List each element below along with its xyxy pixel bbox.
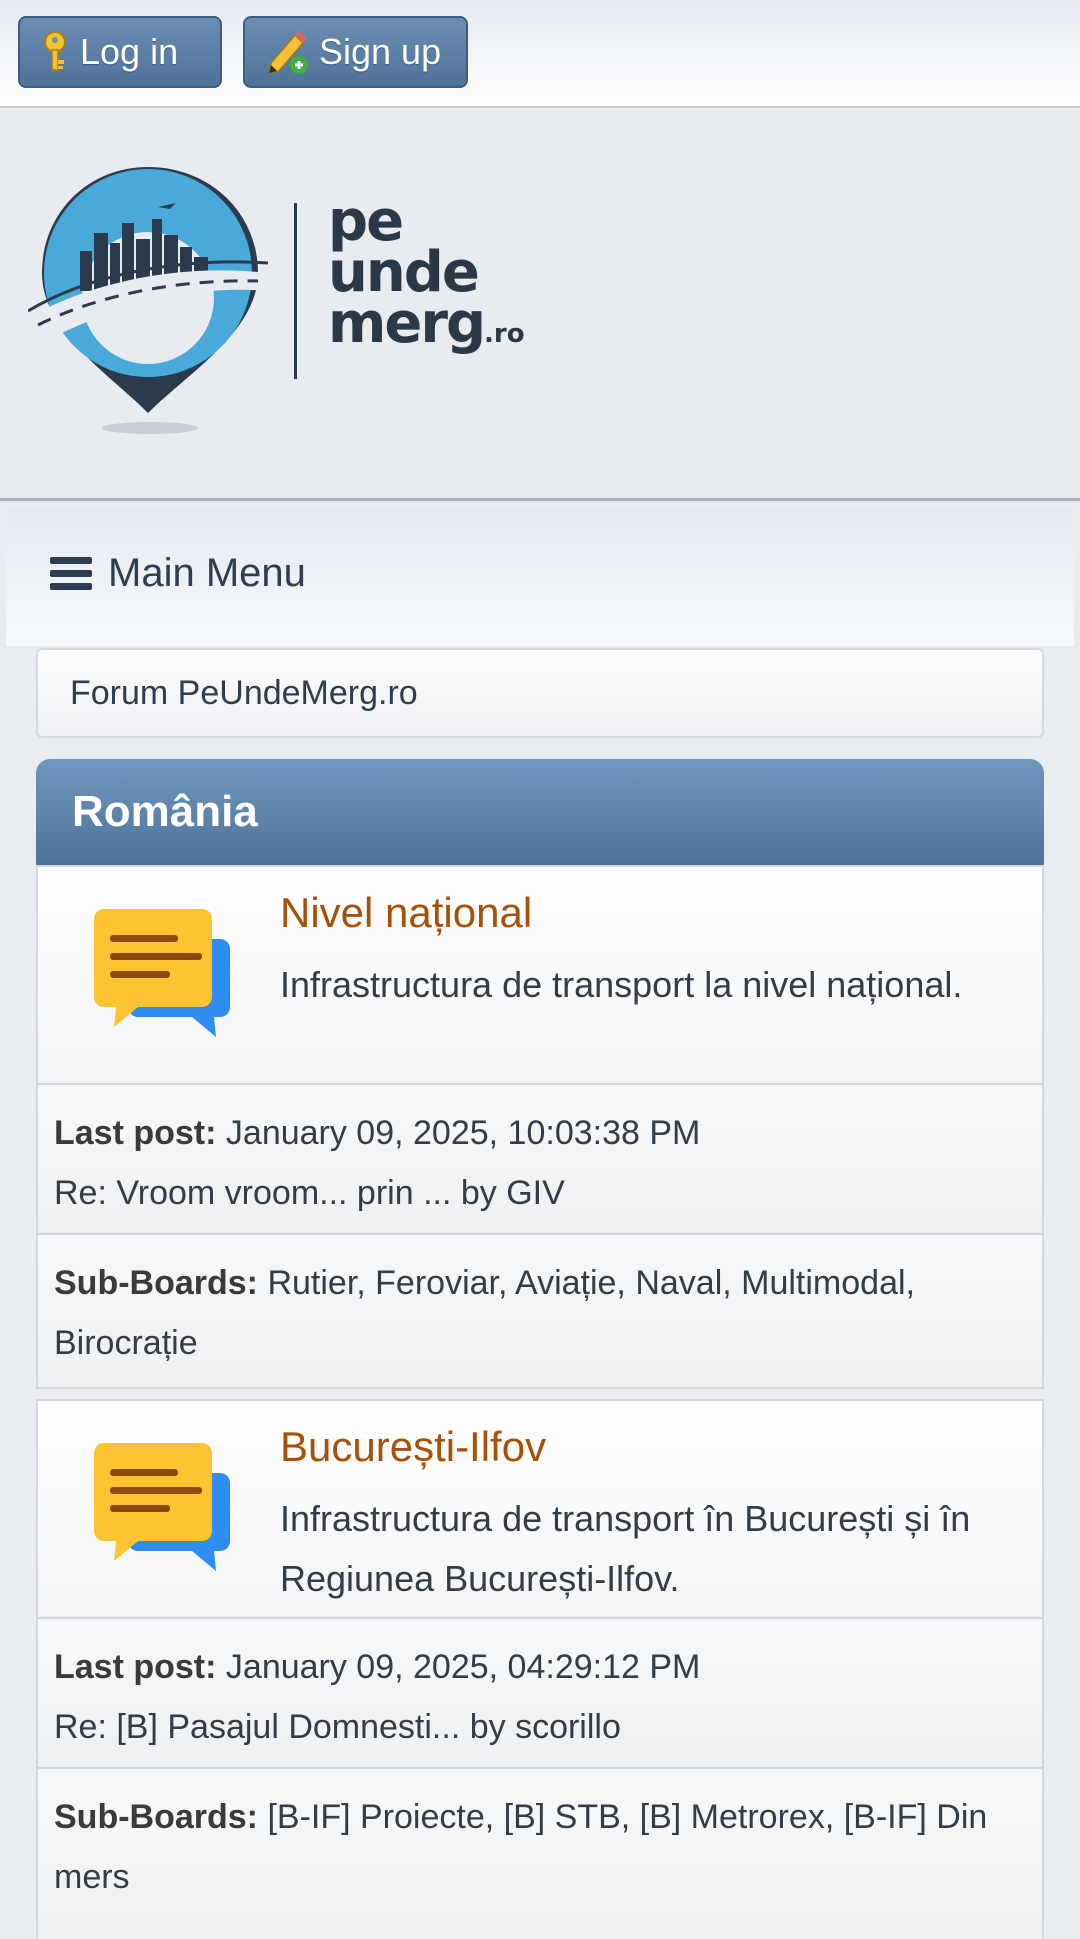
category-title: România: [72, 787, 258, 836]
breadcrumb-forum-link[interactable]: Forum PeUndeMerg.ro: [70, 674, 418, 713]
category-header[interactable]: România: [36, 759, 1044, 865]
site-header: pe unde merg.ro: [0, 108, 1080, 501]
logo-divider: [294, 203, 297, 379]
key-icon: [38, 30, 72, 74]
signup-button[interactable]: Sign up: [243, 16, 468, 88]
pencil-add-icon: [265, 29, 311, 75]
chat-bubbles-icon[interactable]: [94, 909, 230, 1042]
login-label: Log in: [80, 31, 179, 72]
last-post-link[interactable]: Re: [B] Pasajul Domnesti... by scorillo: [54, 1697, 1026, 1757]
last-post-label: Last post:: [54, 1114, 217, 1152]
board-subboards: Sub-Boards: [B-IF] Proiecte, [B] STB, [B…: [38, 1769, 1042, 1939]
board-title-link[interactable]: Nivel național: [280, 889, 532, 937]
board-description: Infrastructura de transport la nivel naț…: [280, 964, 963, 1005]
last-post-date: January 09, 2025, 10:03:38 PM: [225, 1114, 701, 1152]
hamburger-icon: [50, 551, 92, 596]
logo-wordmark: pe unde merg.ro: [328, 194, 525, 360]
board-last-post: Last post: January 09, 2025, 04:29:12 PM…: [38, 1619, 1042, 1769]
board-info: București-Ilfov Infrastructura de transp…: [38, 1401, 1042, 1619]
main-menu-label: Main Menu: [108, 551, 306, 595]
chat-bubbles-icon[interactable]: [94, 1443, 230, 1576]
board-info: Nivel național Infrastructura de transpo…: [38, 867, 1042, 1085]
top-bar: Log in Sign up: [0, 0, 1080, 108]
menu-bar: Main Menu: [6, 506, 1074, 646]
board-subboards: Sub-Boards: Rutier, Feroviar, Aviație, N…: [38, 1235, 1042, 1387]
subboards-label: Sub-Boards:: [54, 1798, 258, 1836]
main-menu-button[interactable]: Main Menu: [50, 551, 306, 596]
breadcrumb: Forum PeUndeMerg.ro: [36, 648, 1044, 738]
last-post-label: Last post:: [54, 1648, 217, 1686]
signup-label: Sign up: [319, 31, 442, 72]
last-post-date: January 09, 2025, 04:29:12 PM: [225, 1648, 701, 1686]
board-description: Infrastructura de transport în București…: [280, 1498, 971, 1599]
board-item: București-Ilfov Infrastructura de transp…: [36, 1399, 1044, 1939]
site-logo[interactable]: [27, 163, 269, 448]
board-title-link[interactable]: București-Ilfov: [280, 1423, 546, 1471]
login-button[interactable]: Log in: [18, 16, 222, 88]
subboards-label: Sub-Boards:: [54, 1264, 258, 1302]
logo-suffix: .ro: [484, 319, 525, 349]
board-item: Nivel național Infrastructura de transpo…: [36, 865, 1044, 1389]
logo-line-3: merg.ro: [328, 291, 525, 356]
board-last-post: Last post: January 09, 2025, 10:03:38 PM…: [38, 1085, 1042, 1235]
last-post-link[interactable]: Re: Vroom vroom... prin ... by GIV: [54, 1163, 1026, 1223]
